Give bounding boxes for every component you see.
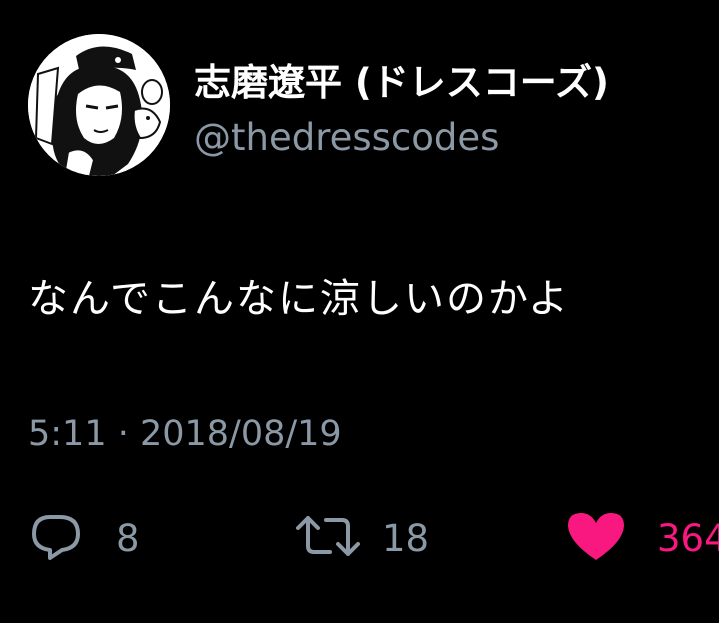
display-name[interactable]: 志磨遼平 (ドレスコーズ) — [194, 52, 609, 106]
reply-icon — [28, 512, 84, 564]
tweet-text: なんでこんなに涼しいのかよ — [28, 276, 570, 322]
retweet-count: 18 — [382, 516, 430, 560]
heart-icon — [565, 510, 627, 566]
like-button[interactable]: 364 — [565, 512, 719, 564]
avatar-illustration — [28, 34, 170, 176]
reply-button[interactable]: 8 — [28, 512, 140, 564]
user-handle[interactable]: @thedresscodes — [194, 116, 499, 159]
retweet-button[interactable]: 18 — [296, 512, 429, 564]
retweet-icon — [296, 512, 360, 564]
tweet-timestamp[interactable]: 5:11 · 2018/08/19 — [28, 414, 342, 454]
like-count: 364 — [657, 516, 719, 560]
avatar[interactable] — [28, 34, 170, 176]
reply-count: 8 — [116, 516, 140, 560]
